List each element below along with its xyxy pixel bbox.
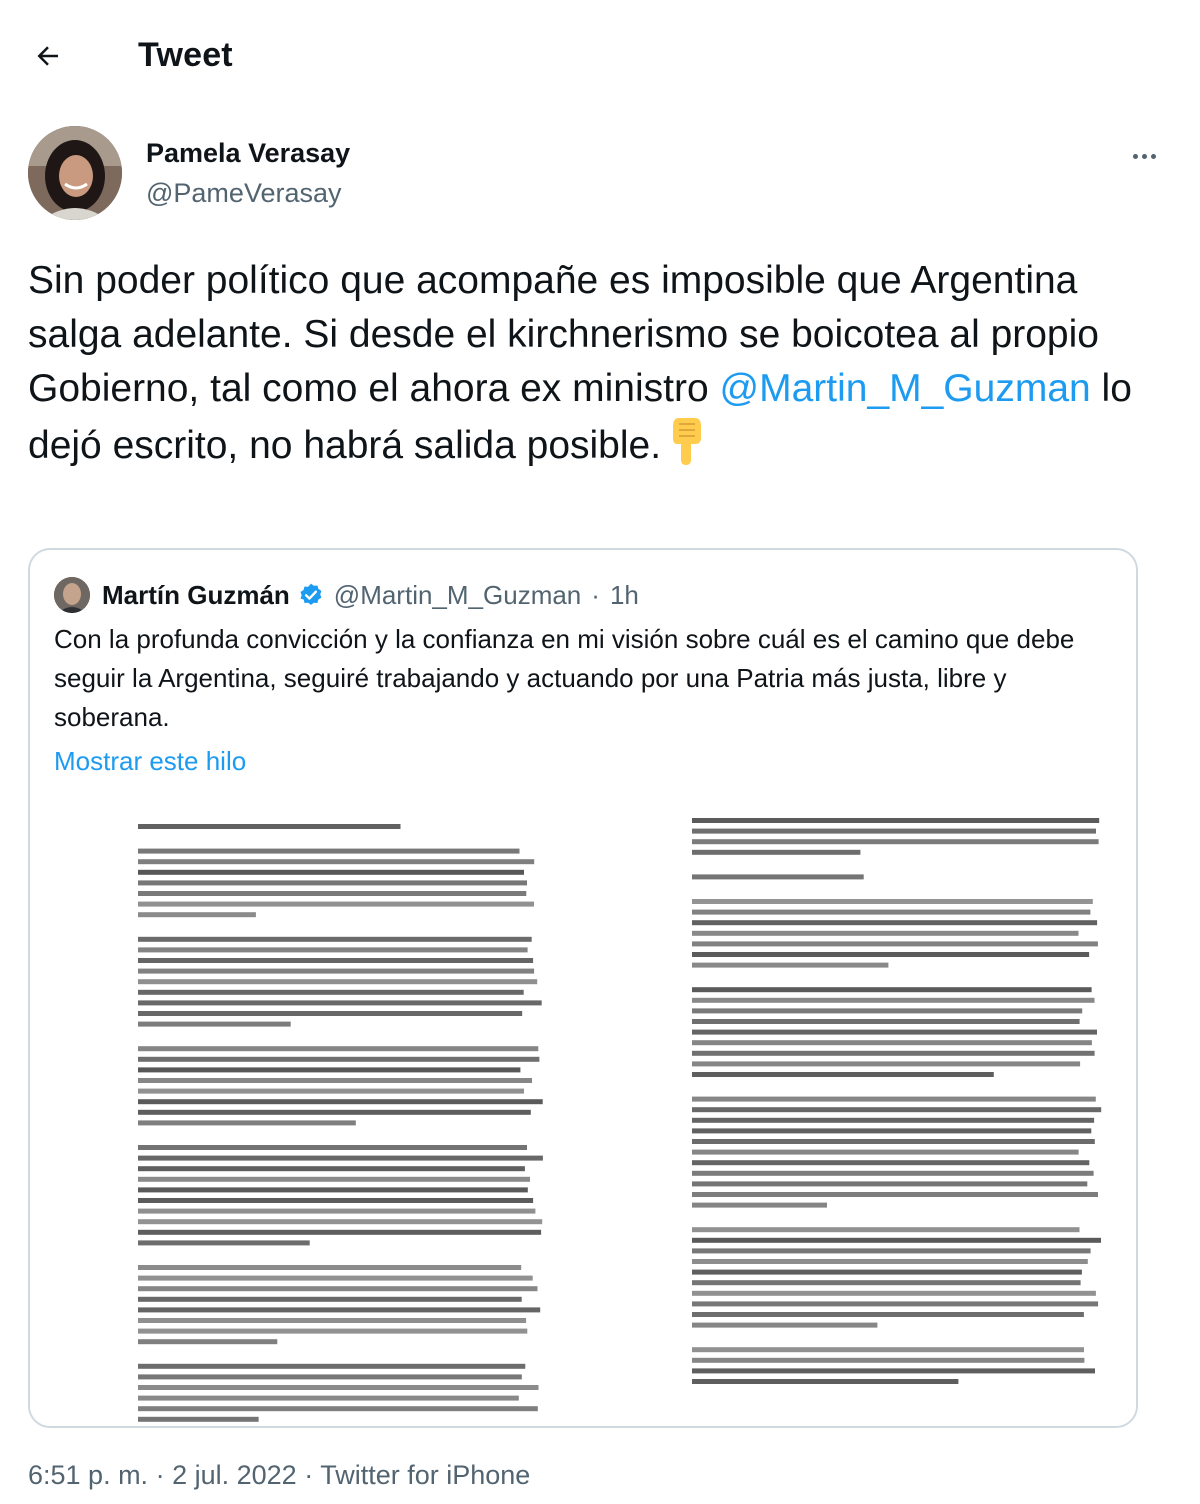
tweet-date[interactable]: 2 jul. 2022 — [172, 1460, 297, 1490]
more-dots-icon — [1132, 153, 1138, 159]
tweet-source: Twitter for iPhone — [320, 1460, 531, 1490]
back-button[interactable] — [22, 30, 74, 82]
document-image[interactable] — [30, 790, 1136, 1426]
quoted-text: Con la profunda convicción y la confianz… — [54, 624, 1075, 732]
quoted-avatar — [54, 577, 90, 613]
verified-badge-icon — [298, 582, 324, 608]
tweet-time[interactable]: 6:51 p. m. — [28, 1460, 148, 1490]
avatar-portrait — [28, 126, 122, 220]
show-thread-link[interactable]: Mostrar este hilo — [54, 746, 246, 777]
tweet-metadata: 6:51 p. m. · 2 jul. 2022 · Twitter for i… — [28, 1460, 531, 1490]
arrow-left-icon — [37, 46, 58, 66]
page-header: Tweet — [0, 0, 1200, 112]
quoted-tweet-header: Martín Guzmán @Martin_M_Guzman · 1h — [54, 576, 639, 614]
avatar[interactable] — [28, 126, 122, 220]
quoted-tweet[interactable]: Martín Guzmán @Martin_M_Guzman · 1h Con … — [28, 548, 1138, 1428]
tweet-author: Pamela Verasay @PameVerasay — [28, 126, 1178, 226]
quoted-display-name: Martín Guzmán — [102, 579, 290, 610]
quoted-handle: @Martin_M_Guzman — [333, 579, 582, 610]
quoted-time: 1h — [609, 579, 639, 610]
document-scan-illustration — [138, 818, 1102, 1422]
tweet-text: Sin poder político que acompañe es impos… — [28, 254, 1178, 481]
author-handle[interactable]: @PameVerasay — [146, 178, 342, 209]
page-title: Tweet — [138, 36, 233, 74]
author-display-name[interactable]: Pamela Verasay — [146, 138, 350, 169]
separator-dot: · — [591, 579, 600, 610]
mention-link[interactable]: @Martin_M_Guzman — [720, 367, 1091, 410]
more-options-button[interactable] — [1122, 136, 1166, 176]
pointing-down-emoji-icon — [667, 416, 707, 481]
